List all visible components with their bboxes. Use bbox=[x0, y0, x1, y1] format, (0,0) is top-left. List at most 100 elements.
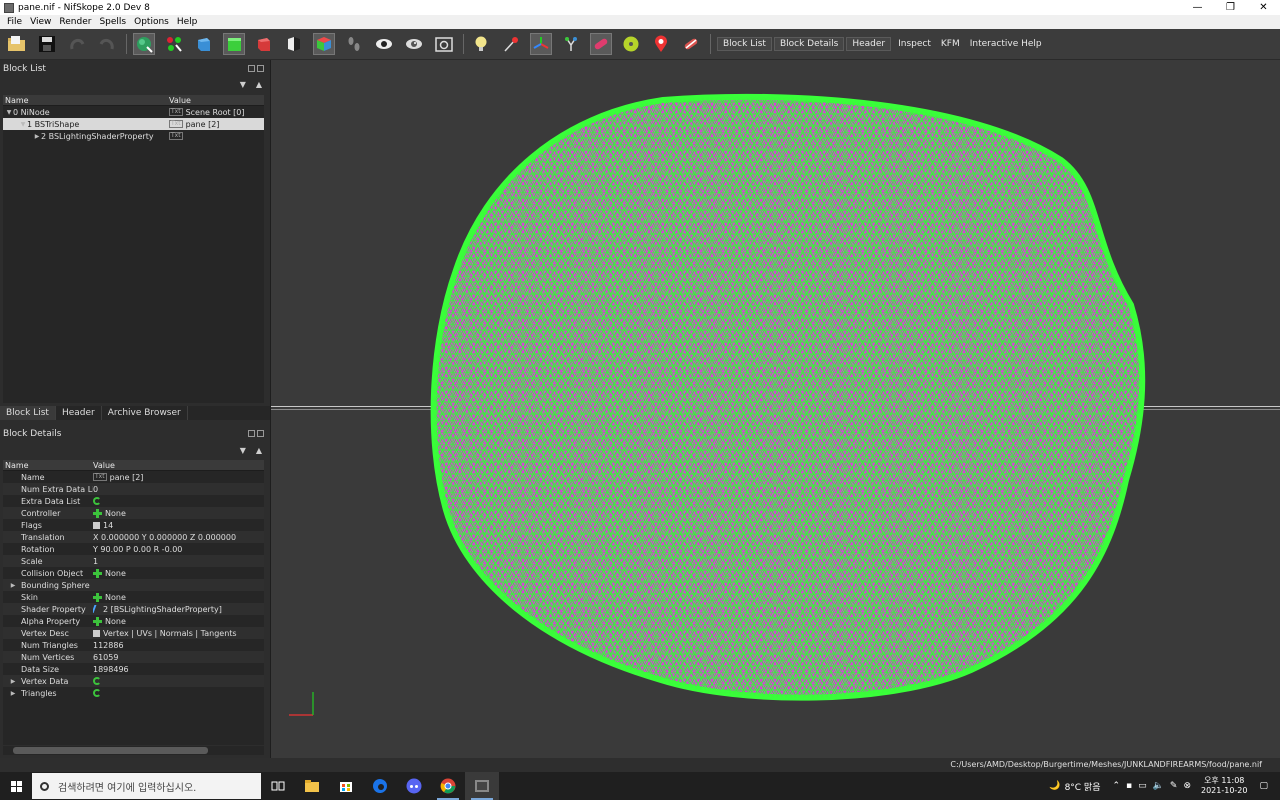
detail-row[interactable]: Controller None bbox=[3, 507, 264, 519]
save-icon[interactable] bbox=[36, 33, 58, 55]
detail-value-cell[interactable]: None bbox=[93, 616, 264, 626]
detail-row[interactable]: Vertex Desc Vertex | UVs | Normals | Tang… bbox=[3, 627, 264, 639]
detail-row[interactable]: Num Extra Data List0 bbox=[3, 483, 264, 495]
taskbar-search[interactable]: 검색하려면 여기에 입력하십시오. bbox=[32, 773, 261, 799]
block-list-row[interactable]: ▼ 1 BSTriShape Txt pane [2] bbox=[3, 118, 264, 130]
detail-row[interactable]: Data Size 1898496 bbox=[3, 663, 264, 675]
cube-green-icon[interactable] bbox=[223, 33, 245, 55]
menu-file[interactable]: File bbox=[3, 17, 26, 27]
detail-row[interactable]: Num Vertices 61059 bbox=[3, 651, 264, 663]
tab-block-list[interactable]: Block List bbox=[0, 406, 56, 420]
pen-icon[interactable]: ✎ bbox=[1170, 781, 1178, 791]
detail-value-cell[interactable]: 14 bbox=[93, 521, 264, 530]
detail-row[interactable]: Shader Property 2 [BSLightingShaderProper… bbox=[3, 603, 264, 615]
collapsed-arrow-icon[interactable]: ▶ bbox=[9, 582, 17, 589]
edge-icon[interactable] bbox=[363, 772, 397, 800]
cube-blue-icon[interactable] bbox=[193, 33, 215, 55]
nodes-select-icon[interactable] bbox=[163, 33, 185, 55]
footsteps-icon[interactable] bbox=[343, 33, 365, 55]
close-panel-icon[interactable] bbox=[257, 430, 264, 437]
detail-row[interactable]: Alpha Property None bbox=[3, 615, 264, 627]
collapsed-arrow-icon[interactable]: ▶ bbox=[33, 133, 41, 140]
detail-row[interactable]: ▶ Triangles bbox=[3, 687, 264, 699]
collapse-all-icon[interactable]: ▲ bbox=[256, 80, 262, 89]
task-view-icon[interactable] bbox=[261, 772, 295, 800]
interactive-help-toggle[interactable]: Interactive Help bbox=[965, 37, 1047, 51]
detail-value-cell[interactable]: 61059 bbox=[93, 653, 264, 662]
redo-icon[interactable] bbox=[96, 33, 118, 55]
kfm-toggle[interactable]: KFM bbox=[936, 37, 965, 51]
marker-icon[interactable] bbox=[650, 33, 672, 55]
start-button[interactable] bbox=[0, 772, 32, 800]
tab-archive-browser[interactable]: Archive Browser bbox=[102, 406, 188, 420]
menu-render[interactable]: Render bbox=[55, 17, 95, 27]
expand-all-icon[interactable]: ▼ bbox=[240, 446, 246, 455]
store-icon[interactable] bbox=[329, 772, 363, 800]
collapsed-arrow-icon[interactable]: ▶ bbox=[9, 690, 17, 697]
detail-row[interactable]: Rotation Y 90.00 P 0.00 R -0.00 bbox=[3, 543, 264, 555]
light-bulb-icon[interactable] bbox=[470, 33, 492, 55]
collision-icon[interactable] bbox=[590, 33, 612, 55]
menu-spells[interactable]: Spells bbox=[95, 17, 130, 27]
column-value[interactable]: Value bbox=[169, 95, 264, 105]
block-details-toggle[interactable]: Block Details bbox=[773, 37, 845, 51]
float-panel-icon[interactable] bbox=[248, 65, 255, 72]
render-viewport[interactable] bbox=[270, 60, 1280, 758]
block-list-row[interactable]: ▶ 2 BSLightingShaderProperty Txt bbox=[3, 130, 264, 142]
detail-row[interactable]: Extra Data List bbox=[3, 495, 264, 507]
screenshot-icon[interactable] bbox=[433, 33, 455, 55]
float-panel-icon[interactable] bbox=[248, 430, 255, 437]
detail-row[interactable]: Translation X 0.000000 Y 0.000000 Z 0.000… bbox=[3, 531, 264, 543]
block-list-row[interactable]: ▼ 0 NiNode Txt Scene Root [0] bbox=[3, 106, 264, 118]
maximize-button[interactable]: ❐ bbox=[1214, 0, 1247, 15]
detail-value-cell[interactable]: None bbox=[93, 568, 264, 578]
detail-value-cell[interactable]: None bbox=[93, 592, 264, 602]
volume-icon[interactable]: 🔈 bbox=[1153, 781, 1164, 791]
collapsed-arrow-icon[interactable]: ▶ bbox=[9, 678, 17, 685]
detail-row[interactable]: Flags 14 bbox=[3, 519, 264, 531]
detail-value-cell[interactable]: Vertex | UVs | Normals | Tangents bbox=[93, 629, 264, 638]
detail-value-cell[interactable] bbox=[93, 677, 264, 685]
tray-chevron-icon[interactable]: ⌃ bbox=[1113, 781, 1121, 791]
menu-view[interactable]: View bbox=[26, 17, 55, 27]
axes-icon[interactable] bbox=[530, 33, 552, 55]
detail-row[interactable]: Collision Object None bbox=[3, 567, 264, 579]
detail-value-cell[interactable] bbox=[93, 689, 264, 697]
open-folder-icon[interactable] bbox=[6, 33, 28, 55]
detail-value-cell[interactable]: 112886 bbox=[93, 641, 264, 650]
detail-row[interactable]: ▶ Vertex Data bbox=[3, 675, 264, 687]
column-name[interactable]: Name bbox=[3, 95, 169, 105]
detail-row[interactable]: Skin None bbox=[3, 591, 264, 603]
menu-options[interactable]: Options bbox=[130, 17, 173, 27]
cube-red-icon[interactable] bbox=[253, 33, 275, 55]
minimize-button[interactable]: — bbox=[1181, 0, 1214, 15]
details-horizontal-scrollbar[interactable] bbox=[3, 746, 264, 755]
tab-header[interactable]: Header bbox=[56, 406, 102, 420]
detail-value-cell[interactable]: 1 bbox=[93, 557, 264, 566]
pin-axis-icon[interactable] bbox=[500, 33, 522, 55]
discord-icon[interactable] bbox=[397, 772, 431, 800]
detail-value-cell[interactable]: None bbox=[93, 508, 264, 518]
detail-value-cell[interactable]: 0 bbox=[93, 485, 264, 494]
sphere-icon[interactable] bbox=[620, 33, 642, 55]
tray-app-icon[interactable]: ▪ bbox=[1126, 781, 1132, 791]
close-panel-icon[interactable] bbox=[257, 65, 264, 72]
close-button[interactable]: ✕ bbox=[1247, 0, 1280, 15]
detail-value-cell[interactable]: Y 90.00 P 0.00 R -0.00 bbox=[93, 545, 264, 554]
undo-icon[interactable] bbox=[66, 33, 88, 55]
detail-value-cell[interactable]: X 0.000000 Y 0.000000 Z 0.000000 bbox=[93, 533, 264, 542]
detail-value-cell[interactable] bbox=[93, 497, 264, 505]
detail-row[interactable]: Scale 1 bbox=[3, 555, 264, 567]
nifskope-taskbar-icon[interactable] bbox=[465, 772, 499, 800]
network-icon[interactable]: ▭ bbox=[1138, 781, 1147, 791]
eye-outline-icon[interactable] bbox=[403, 33, 425, 55]
detail-row[interactable]: Num Triangles 112886 bbox=[3, 639, 264, 651]
detail-value-cell[interactable]: 2 [BSLightingShaderProperty] bbox=[93, 605, 264, 614]
menu-help[interactable]: Help bbox=[173, 17, 202, 27]
detail-value-cell[interactable]: 1898496 bbox=[93, 665, 264, 674]
inspect-toggle[interactable]: Inspect bbox=[893, 37, 936, 51]
collapse-all-icon[interactable]: ▲ bbox=[256, 446, 262, 455]
globe-icon[interactable] bbox=[133, 33, 155, 55]
cube-color-icon[interactable] bbox=[313, 33, 335, 55]
skeleton-icon[interactable] bbox=[560, 33, 582, 55]
